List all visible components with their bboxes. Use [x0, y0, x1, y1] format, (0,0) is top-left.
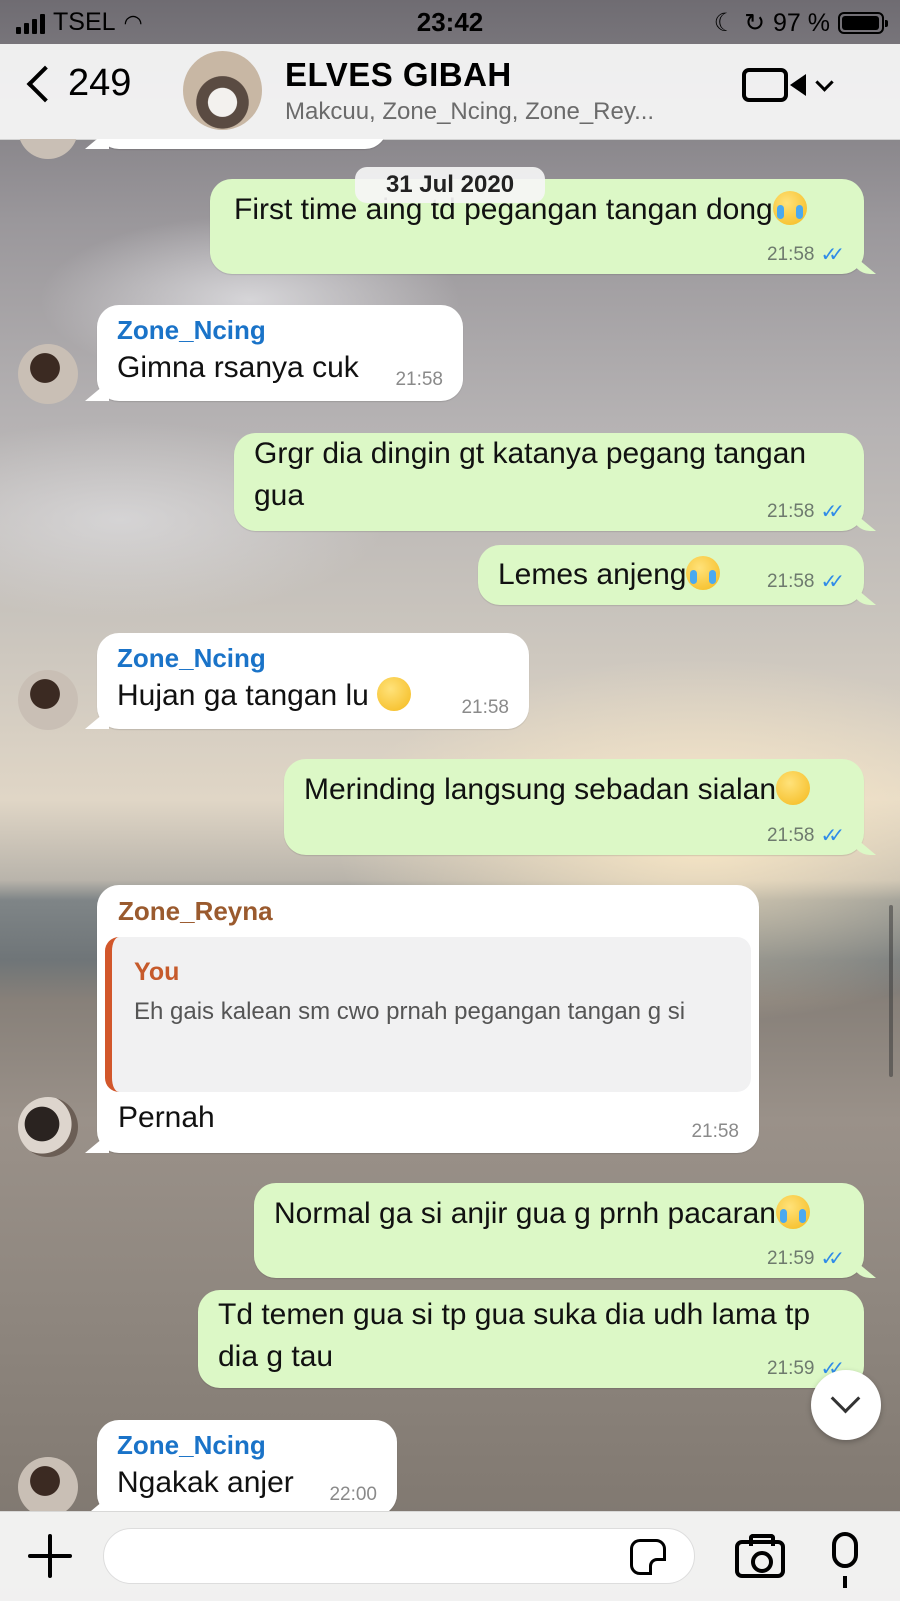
- message-input-bar: [0, 1511, 900, 1601]
- message-text: Td temen gua si tp gua suka dia udh lama…: [218, 1298, 811, 1373]
- message-time: 21:58: [691, 1121, 739, 1142]
- unread-count: 249: [68, 62, 132, 104]
- date-separator: 31 Jul 2020: [355, 167, 545, 203]
- message-bubble-outgoing[interactable]: Merinding langsung sebadan sialan 21:58 ✓…: [284, 759, 864, 855]
- read-receipt-icon: ✓✓: [820, 1248, 844, 1270]
- message-time: 22:00: [329, 1484, 377, 1505]
- loudly-crying-face-icon: [772, 191, 807, 225]
- message-bubble-incoming[interactable]: Zone_Ncing Ngakak anjer 22:00: [97, 1420, 397, 1511]
- message-text: Normal ga si anjir gua g prnh pacaran: [274, 1197, 776, 1230]
- message-time: 21:58: [766, 571, 815, 592]
- sender-name[interactable]: Zone_Ncing: [117, 313, 443, 347]
- battery-percent: 97 %: [773, 8, 830, 37]
- message-text: Pernah: [118, 1101, 215, 1134]
- message-time: 21:58: [766, 244, 815, 265]
- message-meta: 21:58 ✓✓: [766, 571, 845, 593]
- message-meta: 21:58 ✓✓: [766, 244, 845, 266]
- loudly-crying-face-icon: [686, 556, 721, 590]
- message-text: Hujan ga tangan lu: [117, 679, 369, 712]
- message-bubble-outgoing[interactable]: Lemes anjeng 21:58 ✓✓: [478, 545, 864, 605]
- quoted-sender: You: [134, 958, 180, 986]
- avatar[interactable]: [18, 344, 78, 404]
- message-meta: 21:58 ✓✓: [766, 825, 845, 847]
- avatar[interactable]: [18, 139, 78, 159]
- chevron-down-icon: [830, 1383, 861, 1414]
- quoted-text: Eh gais kalean sm cwo prnah pegangan tan…: [134, 998, 686, 1025]
- video-call-button[interactable]: [742, 68, 834, 102]
- message-time: 21:58: [766, 825, 815, 846]
- microphone-icon[interactable]: [832, 1532, 858, 1588]
- message-bubble-incoming[interactable]: Zone_Reyna You Eh gais kalean sm cwo prn…: [97, 885, 759, 1153]
- message-meta: 21:58 ✓✓: [766, 501, 845, 523]
- read-receipt-icon: ✓✓: [820, 244, 844, 266]
- message-text: Lemes anjeng: [498, 558, 687, 591]
- message-meta: 21:58: [395, 369, 443, 391]
- quoted-message[interactable]: You Eh gais kalean sm cwo prnah pegangan…: [105, 937, 751, 1092]
- message-bubble-outgoing[interactable]: Td temen gua si tp gua suka dia udh lama…: [198, 1290, 864, 1388]
- sneezing-face-icon: [776, 771, 811, 805]
- sender-name[interactable]: Zone_Ncing: [117, 641, 509, 675]
- back-button[interactable]: 249: [22, 62, 131, 105]
- group-avatar[interactable]: [183, 51, 262, 130]
- message-time: 21:59: [766, 1358, 815, 1379]
- chevron-left-icon: [26, 65, 64, 102]
- read-receipt-icon: ✓✓: [820, 825, 844, 847]
- status-bar: TSEL ◠ 23:42 ☾ ↻ 97 %: [0, 0, 900, 44]
- do-not-disturb-icon: ☾: [713, 9, 737, 37]
- group-name[interactable]: ELVES GIBAH: [285, 56, 512, 94]
- message-meta: 21:59 ✓✓: [766, 1248, 845, 1270]
- message-bubble-outgoing[interactable]: Grgr dia dingin gt katanya pegang tangan…: [234, 433, 864, 531]
- chevron-down-icon: [815, 72, 834, 92]
- sender-name[interactable]: Zone_Ncing: [117, 1428, 377, 1462]
- sticker-icon[interactable]: [630, 1539, 666, 1575]
- camera-icon[interactable]: [735, 1534, 785, 1578]
- message-text: Gimna rsanya cuk: [117, 351, 359, 384]
- video-camera-icon: [742, 68, 788, 102]
- message-time: 21:58: [395, 369, 443, 390]
- sender-name[interactable]: Zone_Reyna: [118, 894, 273, 928]
- scroll-to-bottom-button[interactable]: [811, 1370, 881, 1440]
- message-text: Grgr dia dingin gt katanya pegang tangan…: [254, 437, 807, 512]
- message-time: 21:58: [461, 697, 509, 718]
- read-receipt-icon: ✓✓: [820, 571, 844, 593]
- message-bubble-partial[interactable]: [97, 139, 387, 149]
- rotation-lock-icon: ↻: [744, 9, 766, 37]
- message-meta: 22:00: [329, 1484, 377, 1506]
- message-bubble-outgoing[interactable]: Normal ga si anjir gua g prnh pacaran 21…: [254, 1183, 864, 1278]
- message-time: 21:59: [766, 1248, 815, 1269]
- message-time: 21:58: [766, 501, 815, 522]
- loudly-crying-face-icon: [775, 1195, 810, 1229]
- rolling-on-floor-laughing-icon: [377, 677, 412, 711]
- attach-plus-button[interactable]: [28, 1534, 72, 1578]
- message-input[interactable]: [103, 1528, 695, 1584]
- avatar[interactable]: [18, 1457, 78, 1511]
- message-text: Merinding langsung sebadan sialan: [304, 773, 777, 806]
- chat-header: 249 ELVES GIBAH Makcuu, Zone_Ncing, Zone…: [0, 44, 900, 140]
- avatar[interactable]: [18, 670, 78, 730]
- message-meta: 21:58: [461, 697, 509, 719]
- avatar[interactable]: [18, 1097, 78, 1157]
- battery-icon: [838, 12, 888, 34]
- scrollbar[interactable]: [889, 905, 893, 1077]
- read-receipt-icon: ✓✓: [820, 501, 844, 523]
- message-bubble-incoming[interactable]: Zone_Ncing Hujan ga tangan lu 21:58: [97, 633, 529, 729]
- group-members[interactable]: Makcuu, Zone_Ncing, Zone_Rey...: [285, 98, 654, 126]
- message-list[interactable]: First time aing td pegangan tangan dong …: [0, 139, 900, 1511]
- message-bubble-incoming[interactable]: Zone_Ncing Gimna rsanya cuk 21:58: [97, 305, 463, 401]
- message-meta: 21:58: [691, 1121, 739, 1143]
